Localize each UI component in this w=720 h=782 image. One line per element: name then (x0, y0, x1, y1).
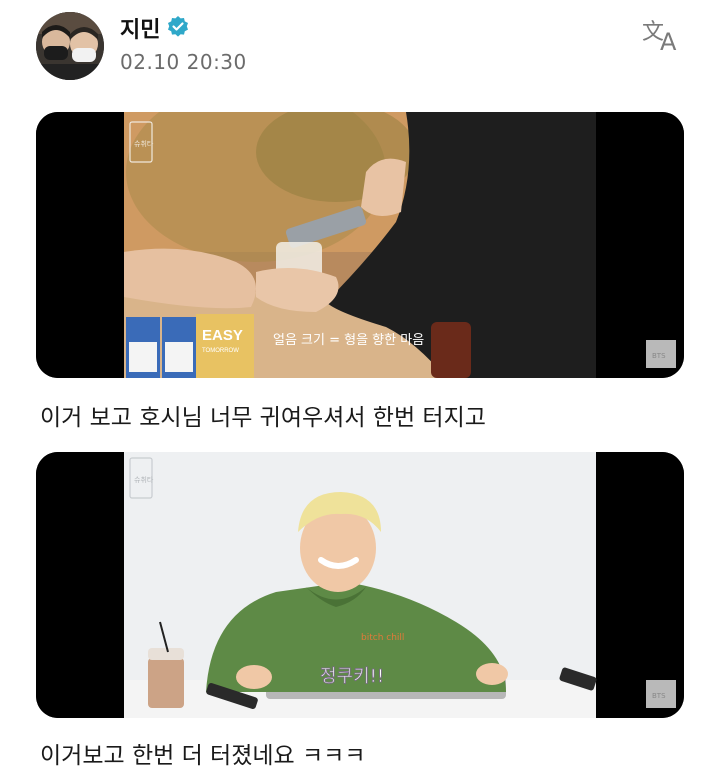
post-timestamp: 02.10 20:30 (120, 50, 247, 74)
avatar-photo (36, 12, 104, 80)
hoodie-print-text: bitch chill (361, 633, 404, 643)
video-subtitle: 얼음 크기 = 형을 향한 마음 (273, 333, 424, 348)
video-subtitle-2: 정쿠키!! (320, 666, 384, 687)
video-thumbnail-1[interactable]: EASY TOMORROW 슈취타 얼음 크기 = 형을 향한 마음 BTS (36, 112, 684, 378)
video-frame-2: bitch chill 슈취타 정쿠키!! BTS (36, 452, 684, 718)
channel-logo-text-2: 슈취타 (134, 475, 154, 484)
post-header: 지민 02.10 20:30 文 A (0, 0, 720, 100)
svg-text:A: A (660, 28, 677, 54)
video-frame-1: EASY TOMORROW 슈취타 얼음 크기 = 형을 향한 마음 BTS (36, 112, 684, 378)
translate-icon[interactable]: 文 A (640, 14, 686, 54)
product-sub-text: TOMORROW (202, 348, 239, 354)
video-watermark: BTS (652, 352, 666, 360)
post-caption-2: 이거보고 한번 더 터졌네요 ㅋㅋㅋ (40, 743, 366, 769)
product-brand-text: EASY (202, 327, 243, 344)
video-watermark-2: BTS (652, 692, 666, 700)
video-thumbnail-2[interactable]: bitch chill 슈취타 정쿠키!! BTS (36, 452, 684, 718)
verified-badge-icon (168, 16, 188, 37)
post-caption-1: 이거 보고 호시님 너무 귀여우셔서 한번 터지고 (40, 405, 486, 431)
channel-logo-text: 슈취타 (134, 139, 154, 148)
author-name[interactable]: 지민 (120, 12, 160, 44)
avatar[interactable] (36, 12, 104, 80)
